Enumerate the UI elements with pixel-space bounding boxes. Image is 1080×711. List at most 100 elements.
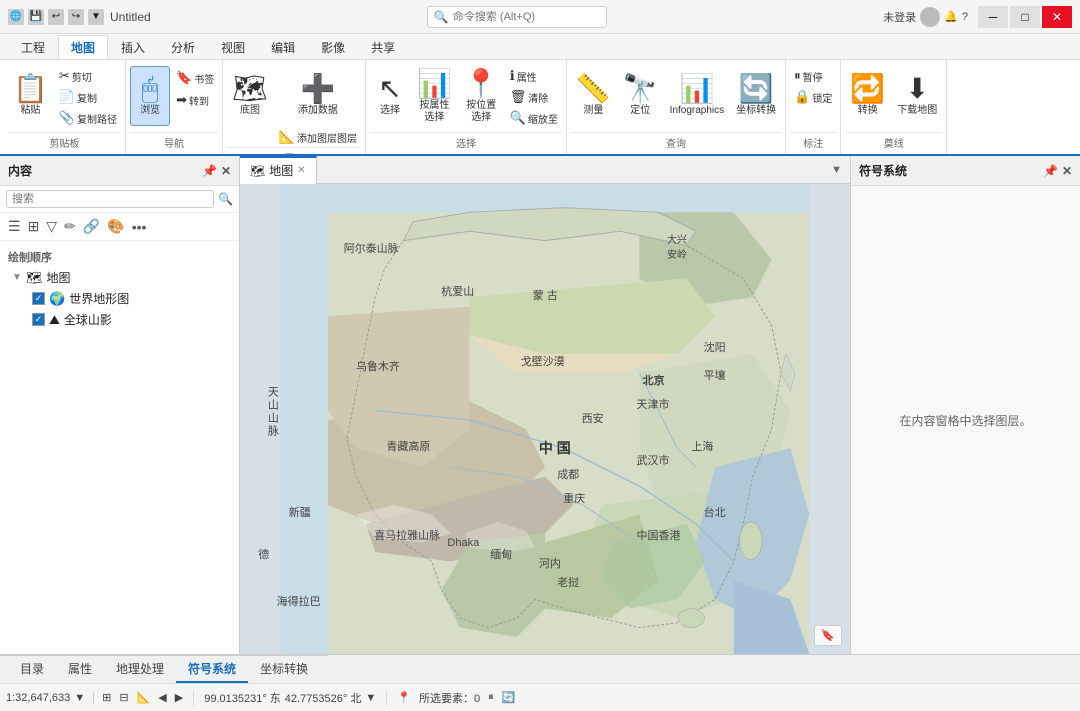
coord-dropdown-icon[interactable]: ▼ [365,692,376,704]
select-button[interactable]: ↖ 选择 [370,66,410,126]
draw-icon[interactable]: ✏ [62,216,78,237]
locate-button[interactable]: 🔭 定位 [618,66,663,126]
color-icon[interactable]: 🎨 [105,216,126,237]
infographics-icon: 📊 [679,75,714,103]
app-icons: 🌐 💾 ↩ ↪ ▼ [8,9,104,25]
download-map-button[interactable]: ⬇ 下载地图 [892,66,942,126]
tree-item-world-topo[interactable]: ✓ 🌍 世界地形图 [28,288,231,309]
table-view-icon[interactable]: ⊞ [26,216,42,237]
goto-button[interactable]: ➡转到 [172,90,218,110]
pause-button[interactable]: ⏸暂停 [790,66,836,86]
map-tab-dropdown[interactable]: ▼ [831,164,850,176]
tree-item-map[interactable]: ▼ 🗺 地图 [8,267,231,288]
bottom-tab-attributes[interactable]: 属性 [56,656,104,683]
clipboard-content: 📋 粘贴 ✂剪切 📄复制 📎复制路径 [8,62,121,132]
map-tools-icon[interactable]: ⊞ [102,691,111,704]
search-icon: 🔍 [434,10,449,24]
panel-close-icon[interactable]: ✕ [221,164,231,178]
tab-imagery[interactable]: 影像 [308,35,358,59]
tab-view[interactable]: 视图 [208,35,258,59]
login-button[interactable]: 未登录 🔔 ? [883,7,968,27]
status-coord: 99.0135231° 东 42.7753526° 北 ▼ [204,690,376,706]
bottom-tab-geoprocessing[interactable]: 地理处理 [104,656,176,683]
right-panel: 符号系统 📌 ✕ 在内容窗格中选择图层。 [850,156,1080,654]
filter-icon[interactable]: ▽ [44,216,59,237]
close-button[interactable]: ✕ [1042,6,1072,28]
bottom-tab-coord-convert[interactable]: 坐标转换 [248,656,320,683]
pause-status-icon[interactable]: ⏸ [488,691,494,704]
command-search-box[interactable]: 🔍 [427,6,607,28]
loc-select-button[interactable]: 📍 按位置选择 [459,66,504,128]
maximize-button[interactable]: □ [1010,6,1040,28]
ribbon-group-navigation: 🖱 浏览 🔖书签 ➡转到 导航 [126,60,223,154]
map-tab-close-icon[interactable]: ✕ [297,165,305,176]
redo-icon[interactable]: ↪ [68,9,84,25]
pin-icon[interactable]: 📌 [202,164,217,178]
location-icon[interactable]: 📍 [397,691,411,704]
tab-map[interactable]: 地图 [58,35,108,59]
basemap-button[interactable]: 🗺 底图 [227,66,273,126]
scale-dropdown-icon[interactable]: ▼ [74,692,85,704]
more-icon[interactable]: ▼ [88,9,104,25]
help-icon[interactable]: ? [962,11,968,23]
lock-button[interactable]: 🔒锁定 [790,87,836,107]
properties-button[interactable]: ℹ属性 [506,66,562,86]
play-icon2[interactable]: ▶ [175,691,183,704]
global-hillshade-checkbox[interactable]: ✓ [32,313,45,326]
content-search-icon[interactable]: 🔍 [218,192,233,206]
world-topo-label: 世界地形图 [69,290,129,307]
app-logo-icon: 🌐 [8,9,24,25]
cut-button[interactable]: ✂剪切 [55,66,121,86]
copy-button[interactable]: 📄复制 [55,87,121,107]
convert-button[interactable]: 🔁 转换 [845,66,890,126]
map-bookmark-icon[interactable]: 🔖 [814,625,842,646]
content-panel-title: 内容 [8,162,32,179]
tab-project[interactable]: 工程 [8,35,58,59]
selection-content: ↖ 选择 📊 按属性选择 📍 按位置选择 ℹ属性 🗑清除 🔍缩放至 [370,62,562,132]
zoom-selected-button[interactable]: 🔍缩放至 [506,108,562,128]
selection-label: 选择 [370,132,562,152]
clear-button[interactable]: 🗑清除 [506,87,562,107]
list-view-icon[interactable]: ☰ [6,216,23,237]
measure-status-icon[interactable]: 📐 [137,691,151,704]
command-search-input[interactable] [453,11,593,23]
save-icon[interactable]: 💾 [28,9,44,25]
tab-insert[interactable]: 插入 [108,35,158,59]
coord-convert-button[interactable]: 🔄 坐标转换 [731,66,781,126]
refresh-icon[interactable]: 🔄 [502,691,516,704]
infographics-button[interactable]: 📊 Infographics [665,66,729,126]
link-icon[interactable]: 🔗 [81,216,102,237]
dots-icon[interactable]: ••• [130,217,149,237]
map-view[interactable]: 阿尔泰山脉 大兴安岭 杭爱山 蒙 古 天山山脉 乌鲁木齐 戈壁沙漠 沈阳 北京 … [240,184,850,654]
attr-select-button[interactable]: 📊 按属性选择 [412,66,457,128]
add-data-icon: ➕ [300,75,335,103]
browse-button[interactable]: 🖱 浏览 [130,66,170,126]
grid-icon[interactable]: ⊟ [119,691,128,704]
copy-path-button[interactable]: 📎复制路径 [55,108,121,128]
navigation-content: 🖱 浏览 🔖书签 ➡转到 [130,62,218,132]
notification-icon[interactable]: 🔔 [944,10,958,23]
bookmark-button[interactable]: 🔖书签 [172,68,218,88]
drawing-order-title: 绘制顺序 [8,247,231,267]
content-search-input[interactable] [6,190,214,208]
bottom-tab-symbols[interactable]: 符号系统 [176,656,248,683]
tab-edit[interactable]: 编辑 [258,35,308,59]
bottom-tabs-row: 目录 属性 地理处理 符号系统 坐标转换 [0,655,1080,683]
world-topo-checkbox[interactable]: ✓ [32,292,45,305]
paste-button[interactable]: 📋 粘贴 [8,66,53,126]
symbol-close-icon[interactable]: ✕ [1062,164,1072,178]
symbol-pin-icon[interactable]: 📌 [1043,164,1058,178]
tab-share[interactable]: 共享 [358,35,408,59]
tab-analysis[interactable]: 分析 [158,35,208,59]
add-layer-button[interactable]: 📐添加图层图层 [275,127,361,147]
measure-button[interactable]: 📏 测量 [571,66,616,126]
content-tree: 绘制顺序 ▼ 🗺 地图 ✓ 🌍 世界地形图 ✓ ⛰ 全球山影 [0,241,239,654]
bottom-tab-catalog[interactable]: 目录 [8,656,56,683]
undo-icon[interactable]: ↩ [48,9,64,25]
map-tab[interactable]: 🗺 地图 ✕ [240,156,317,184]
add-data-button[interactable]: ➕ 添加数据 [275,66,361,126]
query-content: 📏 测量 🔭 定位 📊 Infographics 🔄 坐标转换 [571,62,781,132]
tree-item-global-hillshade[interactable]: ✓ ⛰ 全球山影 [28,309,231,330]
play-icon[interactable]: ◀ [158,691,166,704]
minimize-button[interactable]: ─ [978,6,1008,28]
